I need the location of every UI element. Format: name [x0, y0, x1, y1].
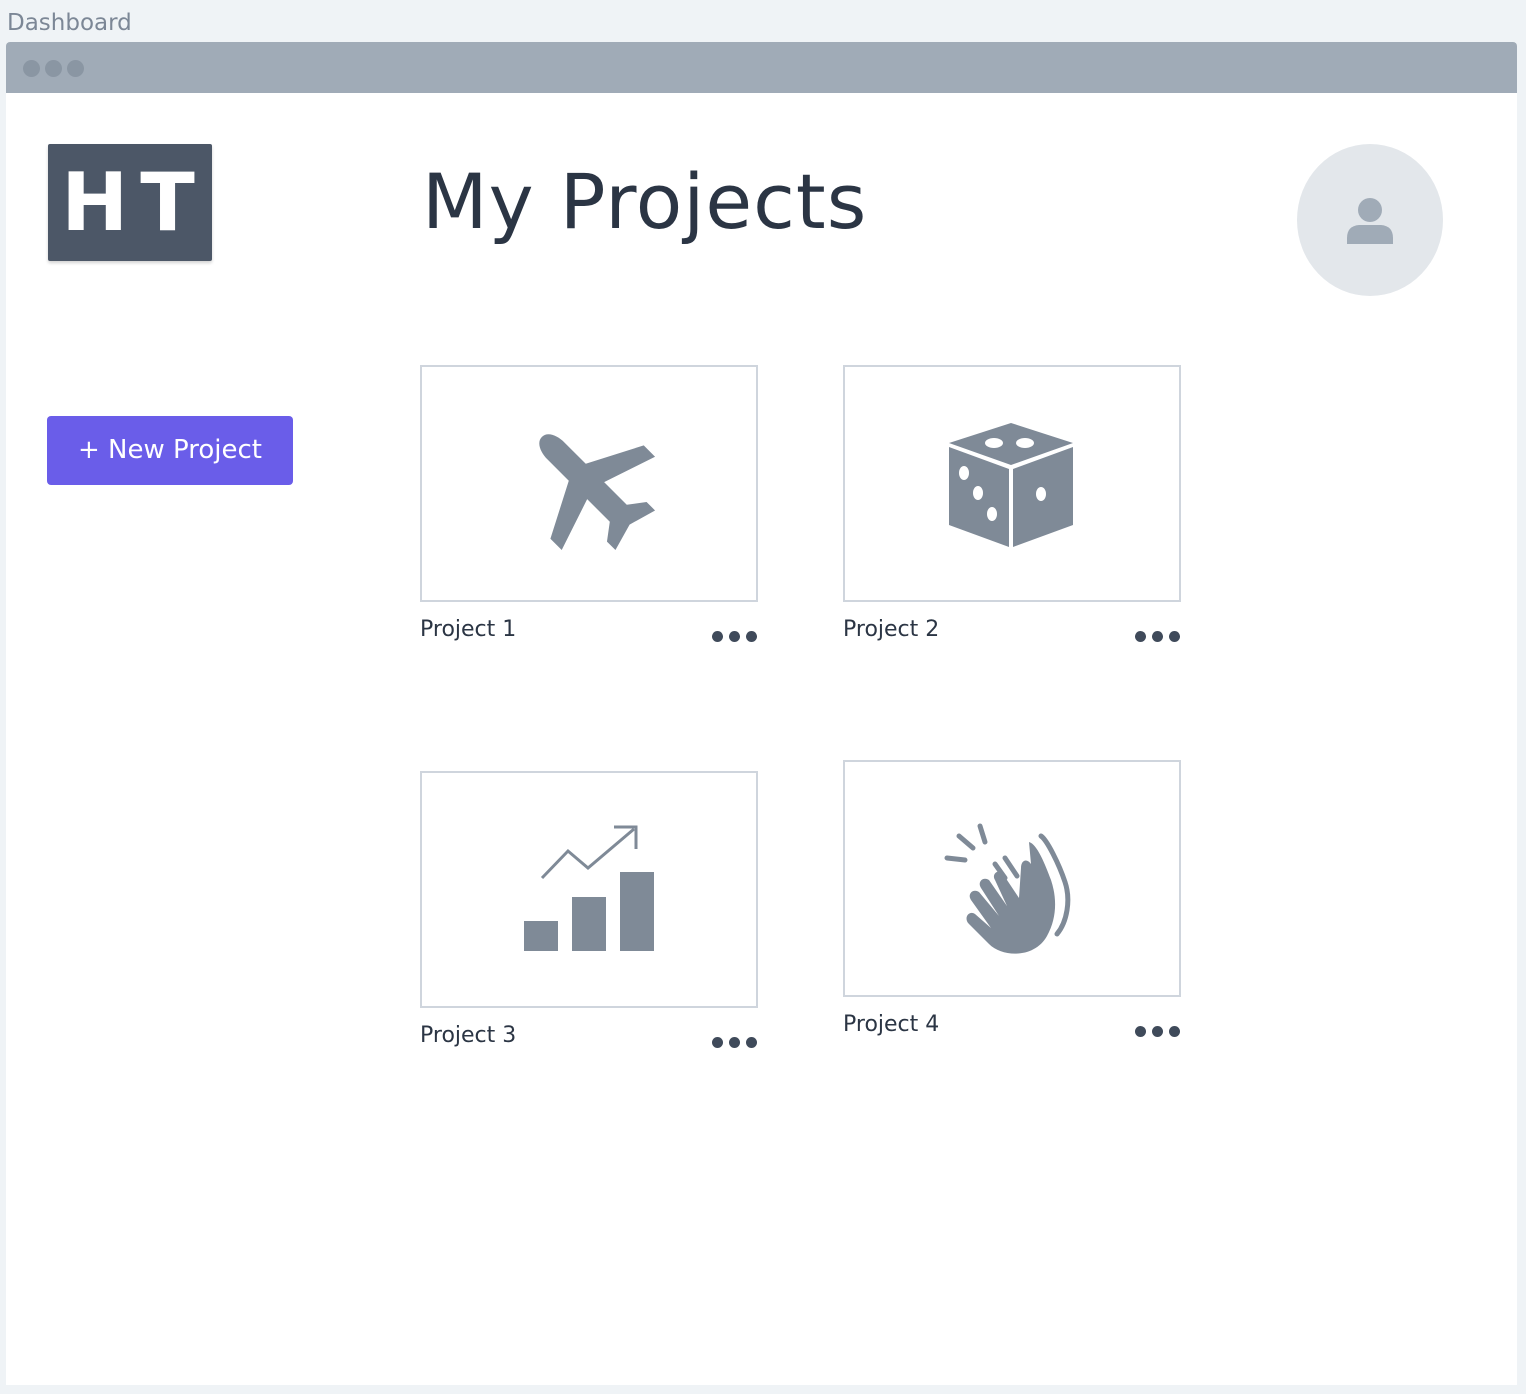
project-name[interactable]: Project 3: [420, 1023, 516, 1048]
project-name[interactable]: Project 1: [420, 617, 516, 642]
growth-chart-icon: [524, 825, 654, 951]
user-avatar[interactable]: [1297, 144, 1443, 296]
more-options-icon[interactable]: [712, 1035, 758, 1049]
project-thumbnail[interactable]: [843, 365, 1181, 602]
clapping-hands-icon: [944, 823, 1071, 954]
project-card: Project 2: [843, 365, 1181, 642]
user-icon: [1347, 198, 1393, 244]
airplane-icon: [539, 434, 656, 551]
window-label: Dashboard: [7, 10, 132, 36]
window-titlebar: [6, 42, 1517, 93]
page-title: My Projects: [422, 157, 868, 246]
browser-window: HT My Projects + New Project Project 1 P…: [6, 42, 1517, 1385]
more-options-icon[interactable]: [712, 629, 758, 643]
project-card: Project 3: [420, 771, 758, 1048]
project-name[interactable]: Project 4: [843, 1012, 939, 1037]
window-maximize-dot[interactable]: [67, 60, 84, 77]
app-logo[interactable]: HT: [48, 144, 212, 261]
more-options-icon[interactable]: [1135, 629, 1181, 643]
project-thumbnail[interactable]: [420, 365, 758, 602]
new-project-button[interactable]: + New Project: [47, 416, 293, 485]
window-close-dot[interactable]: [23, 60, 40, 77]
dice-icon: [949, 423, 1073, 547]
project-card: Project 1: [420, 365, 758, 642]
project-card: Project 4: [843, 760, 1181, 1037]
window-minimize-dot[interactable]: [45, 60, 62, 77]
more-options-icon[interactable]: [1135, 1024, 1181, 1038]
project-thumbnail[interactable]: [420, 771, 758, 1008]
project-name[interactable]: Project 2: [843, 617, 939, 642]
project-thumbnail[interactable]: [843, 760, 1181, 997]
